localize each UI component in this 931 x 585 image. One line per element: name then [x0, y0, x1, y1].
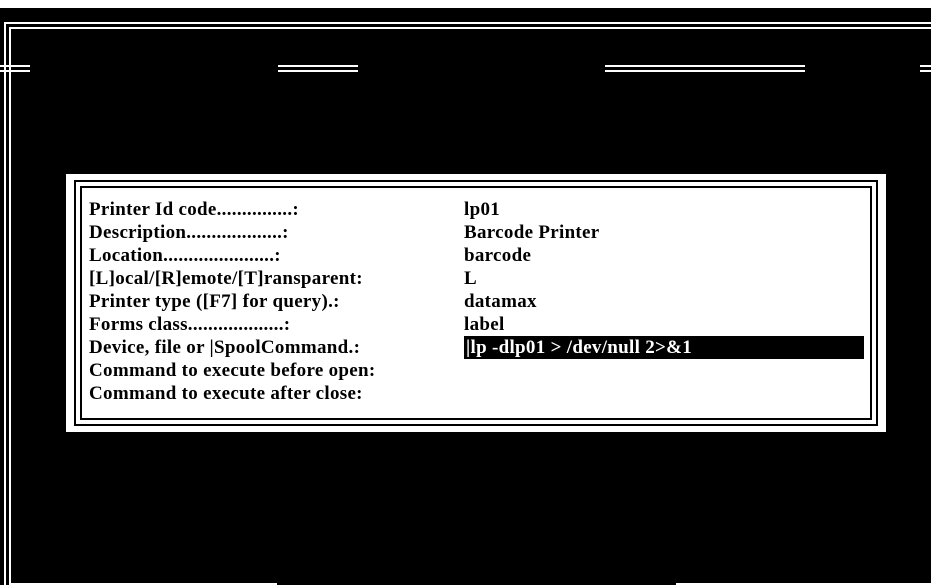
field-label: Forms class...................: [89, 314, 291, 335]
printer-config-dialog: Printer Id code...............: lp01 Des… [66, 174, 886, 432]
frame-border-top-inner [9, 27, 931, 29]
location-input[interactable]: barcode [464, 244, 531, 267]
printer-type-input[interactable]: datamax [464, 290, 537, 313]
field-label: Description...................: [89, 222, 289, 243]
header-divider-left [0, 65, 30, 67]
frame-border-left-inner [9, 27, 11, 585]
frame-border-top-outer [4, 22, 931, 24]
field-label: Command to execute after close: [89, 383, 363, 404]
field-command-after-close[interactable]: Command to execute after close: [89, 382, 869, 405]
printer-id-input[interactable]: lp01 [464, 198, 500, 221]
printer-form-fields: Printer Id code...............: lp01 Des… [89, 198, 869, 405]
forms-class-input[interactable]: label [464, 313, 505, 336]
header-divider-mid-right [605, 70, 805, 72]
field-connection-type[interactable]: [L]ocal/[R]emote/[T]ransparent: L [89, 267, 869, 290]
header-divider-left [0, 70, 30, 72]
field-label: Location......................: [89, 245, 281, 266]
device-input[interactable]: |lp -dlp01 > /dev/null 2>&1 [464, 336, 864, 359]
connection-type-input[interactable]: L [464, 267, 477, 290]
field-label: [L]ocal/[R]emote/[T]ransparent: [89, 268, 363, 289]
description-input[interactable]: Barcode Printer [464, 221, 600, 244]
header-divider-mid-left [278, 65, 358, 67]
field-printer-type[interactable]: Printer type ([F7] for query).: datamax [89, 290, 869, 313]
field-label: Printer type ([F7] for query).: [89, 291, 340, 312]
field-description[interactable]: Description...................: Barcode … [89, 221, 869, 244]
field-location[interactable]: Location......................: barcode [89, 244, 869, 267]
field-label: Command to execute before open: [89, 360, 376, 381]
header-divider-mid-left [278, 70, 358, 72]
field-forms-class[interactable]: Forms class...................: label [89, 313, 869, 336]
field-label: Device, file or |SpoolCommand.: [89, 337, 361, 358]
frame-border-left-outer [4, 22, 6, 585]
field-device[interactable]: Device, file or |SpoolCommand.: |lp -dlp… [89, 336, 869, 359]
header-divider-right [920, 70, 931, 72]
header-divider-mid-right [605, 65, 805, 67]
field-label: Printer Id code...............: [89, 199, 300, 220]
header-divider-right [920, 65, 931, 67]
field-printer-id[interactable]: Printer Id code...............: lp01 [89, 198, 869, 221]
field-command-before-open[interactable]: Command to execute before open: [89, 359, 869, 382]
